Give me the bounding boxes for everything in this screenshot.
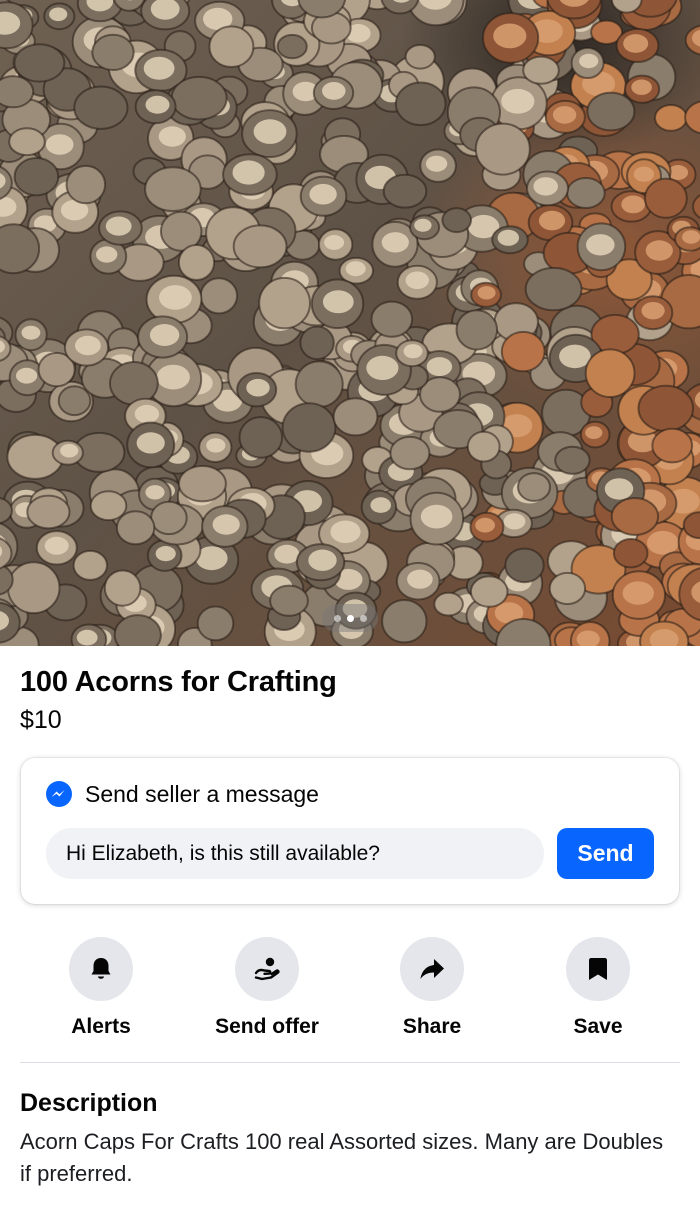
share-label: Share bbox=[402, 1015, 462, 1038]
bookmark-icon bbox=[589, 958, 607, 980]
alerts-label: Alerts bbox=[71, 1015, 131, 1038]
send-button[interactable]: Send bbox=[557, 828, 654, 879]
send-offer-icon-circle bbox=[235, 937, 299, 1001]
listing-title: 100 Acorns for Crafting bbox=[20, 666, 337, 698]
listing-price: $10 bbox=[20, 706, 62, 734]
listing-photo[interactable] bbox=[0, 0, 700, 646]
save-icon-circle bbox=[566, 937, 630, 1001]
carousel-dot-active bbox=[346, 614, 354, 622]
send-offer-label: Send offer bbox=[215, 1015, 319, 1038]
carousel-dot bbox=[359, 614, 367, 622]
acorn-caps-image bbox=[0, 0, 700, 646]
message-seller-card: Send seller a message Hi Elizabeth, is t… bbox=[21, 758, 679, 904]
description-text: Acorn Caps For Crafts 100 real Assorted … bbox=[20, 1129, 664, 1186]
share-arrow-icon bbox=[420, 959, 444, 979]
section-divider bbox=[20, 1062, 680, 1063]
message-card-heading: Send seller a message bbox=[85, 780, 319, 807]
message-input-text: Hi Elizabeth, is this still available? bbox=[66, 841, 380, 865]
send-offer-button[interactable]: Send offer bbox=[192, 937, 342, 1039]
alerts-icon-circle bbox=[69, 937, 133, 1001]
save-button[interactable]: Save bbox=[523, 937, 673, 1039]
message-card-header: Send seller a message bbox=[45, 780, 319, 808]
acorn-cap-texture bbox=[0, 0, 700, 646]
offer-icon bbox=[254, 957, 280, 981]
bell-icon bbox=[91, 958, 111, 979]
share-icon-circle bbox=[400, 937, 464, 1001]
message-input[interactable]: Hi Elizabeth, is this still available? bbox=[46, 828, 544, 879]
messenger-icon bbox=[46, 781, 72, 807]
share-button[interactable]: Share bbox=[357, 937, 507, 1039]
action-row: Alerts Send offer Share Save bbox=[0, 937, 700, 1047]
carousel-indicator[interactable] bbox=[322, 604, 378, 632]
description-heading: Description bbox=[20, 1089, 158, 1117]
alerts-button[interactable]: Alerts bbox=[26, 937, 176, 1039]
save-label: Save bbox=[573, 1015, 623, 1038]
carousel-dot bbox=[333, 614, 341, 622]
